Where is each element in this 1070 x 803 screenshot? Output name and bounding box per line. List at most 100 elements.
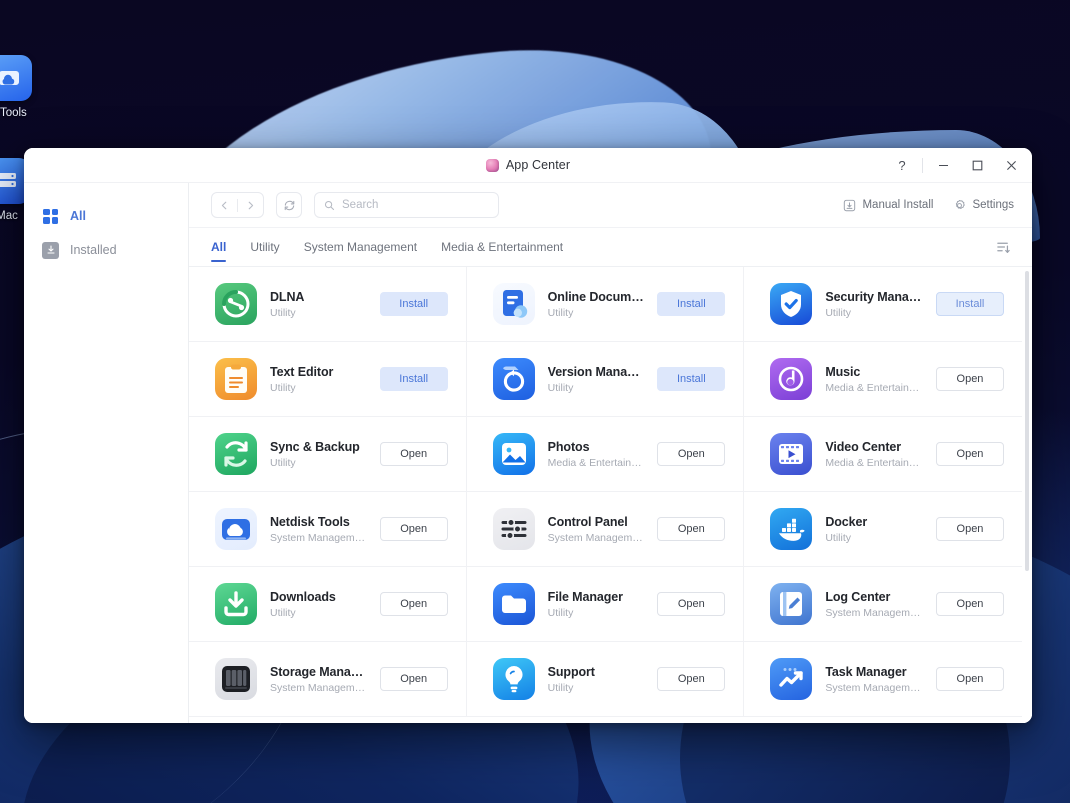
text-editor-icon: [215, 358, 257, 400]
app-card[interactable]: Task Manager System Management Open: [744, 642, 1022, 717]
install-button[interactable]: Install: [657, 367, 726, 391]
open-button[interactable]: Open: [935, 517, 1004, 541]
app-card[interactable]: File Manager Utility Open: [466, 567, 745, 642]
window-body: All Installed Search Manual Install Sett…: [24, 183, 1032, 723]
downloads-icon: [215, 583, 257, 625]
sidebar-item-installed[interactable]: Installed: [24, 233, 188, 267]
app-name: Log Center: [825, 589, 891, 604]
scrollbar-thumb[interactable]: [1025, 271, 1029, 571]
app-card[interactable]: Video Center Media & Entertainm... Open: [744, 417, 1022, 492]
app-card[interactable]: Version Manager Utility Install: [466, 342, 745, 417]
minimize-button[interactable]: [926, 148, 960, 182]
app-card[interactable]: Sync & Backup Utility Open: [189, 417, 467, 492]
security-manager-icon: [770, 283, 813, 325]
window-title-bar[interactable]: App Center ?: [24, 148, 1032, 183]
manual-install-icon: [844, 199, 856, 211]
settings-button[interactable]: Settings: [953, 199, 1014, 212]
install-button[interactable]: Install: [379, 367, 448, 391]
toolbar: Manual Install Settings: [189, 183, 1032, 228]
tab-system-management[interactable]: System Management: [304, 228, 417, 266]
photos-icon: [492, 433, 535, 475]
app-card[interactable]: Downloads Utility Open: [189, 567, 467, 642]
desktop-icon-netdisk-tools[interactable]: k Tools: [0, 55, 46, 119]
app-center-window: App Center ? All Installed Search Manual…: [24, 148, 1032, 723]
app-category: Utility: [547, 681, 574, 694]
app-category: System Management: [547, 531, 645, 544]
search-box[interactable]: [314, 192, 499, 218]
app-card[interactable]: Music Media & Entertainm... Open: [744, 342, 1022, 417]
netdisk-tools-icon: [0, 55, 32, 101]
sidebar-item-all[interactable]: All: [24, 199, 188, 233]
install-button[interactable]: Install: [935, 292, 1004, 316]
app-category: System Management: [825, 606, 923, 619]
app-card[interactable]: Log Center System Management Open: [744, 567, 1022, 642]
app-card[interactable]: Support Utility Open: [466, 642, 745, 717]
tab-all[interactable]: All: [211, 228, 227, 266]
forward-button[interactable]: [238, 193, 263, 217]
app-meta: Docker Utility: [825, 515, 923, 544]
open-button[interactable]: Open: [379, 592, 448, 616]
app-category: Utility: [270, 456, 296, 469]
dlna-icon: [215, 283, 257, 325]
tab-utility[interactable]: Utility: [250, 228, 279, 266]
app-card[interactable]: Storage Manager System Management Open: [189, 642, 467, 717]
category-tabs: All Utility System Management Media & En…: [189, 228, 1032, 267]
navigation-buttons: [211, 192, 264, 218]
open-button[interactable]: Open: [379, 442, 448, 466]
app-meta: Sync & Backup Utility: [270, 440, 367, 469]
main-content: Manual Install Settings All: [189, 183, 1032, 723]
app-card[interactable]: Online Document Utility Install: [466, 267, 745, 342]
open-button[interactable]: Open: [657, 517, 726, 541]
app-card[interactable]: Text Editor Utility Install: [189, 342, 467, 417]
install-button[interactable]: Install: [379, 292, 448, 316]
app-card[interactable]: DLNA Utility Install: [189, 267, 467, 342]
app-category: Utility: [270, 381, 296, 394]
task-manager-icon: [770, 658, 813, 700]
open-button[interactable]: Open: [657, 667, 726, 691]
app-card[interactable]: Photos Media & Entertainm... Open: [466, 417, 745, 492]
sort-descending-icon: [996, 242, 1010, 253]
open-button[interactable]: Open: [379, 667, 448, 691]
desktop-icon-label: k Tools: [0, 107, 27, 119]
refresh-button[interactable]: [276, 192, 302, 218]
app-category: Media & Entertainm...: [825, 456, 923, 469]
app-category: Utility: [270, 606, 296, 619]
manual-install-button[interactable]: Manual Install: [843, 199, 933, 212]
app-meta: Video Center Media & Entertainm...: [825, 440, 923, 469]
app-card[interactable]: Netdisk Tools System Management Open: [189, 492, 467, 567]
install-button[interactable]: Install: [657, 292, 726, 316]
version-manager-icon: [492, 358, 535, 400]
video-center-icon: [770, 433, 813, 475]
app-card[interactable]: Docker Utility Open: [744, 492, 1022, 567]
open-button[interactable]: Open: [935, 442, 1004, 466]
open-button[interactable]: Open: [935, 667, 1004, 691]
app-name: Control Panel: [547, 514, 628, 529]
close-button[interactable]: [994, 148, 1028, 182]
open-button[interactable]: Open: [935, 367, 1004, 391]
sidebar: All Installed: [24, 183, 189, 723]
app-name: DLNA: [270, 289, 305, 304]
open-button[interactable]: Open: [657, 442, 726, 466]
app-name: Security Manager: [825, 289, 923, 304]
app-meta: Version Manager Utility: [548, 365, 645, 394]
app-category: Utility: [825, 531, 851, 544]
sync-backup-icon: [215, 433, 257, 475]
app-name: Downloads: [270, 589, 336, 604]
open-button[interactable]: Open: [935, 592, 1004, 616]
open-button[interactable]: Open: [379, 517, 448, 541]
app-grid-scrollbar[interactable]: [1022, 267, 1032, 723]
help-button[interactable]: ?: [885, 148, 919, 182]
back-button[interactable]: [212, 193, 237, 217]
open-button[interactable]: Open: [657, 592, 726, 616]
app-name: Photos: [547, 439, 590, 454]
search-input[interactable]: [342, 199, 489, 211]
maximize-button[interactable]: [960, 148, 994, 182]
app-meta: Task Manager System Management: [825, 665, 923, 694]
desktop: k Tools Mac App Center ?: [0, 0, 1070, 803]
app-meta: Support Utility: [548, 665, 645, 694]
app-name: Music: [825, 364, 861, 379]
app-card[interactable]: Control Panel System Management Open: [466, 492, 745, 567]
sort-button[interactable]: [992, 236, 1014, 258]
tab-media-entertainment[interactable]: Media & Entertainment: [441, 228, 563, 266]
app-card[interactable]: Security Manager Utility Install: [744, 267, 1022, 342]
